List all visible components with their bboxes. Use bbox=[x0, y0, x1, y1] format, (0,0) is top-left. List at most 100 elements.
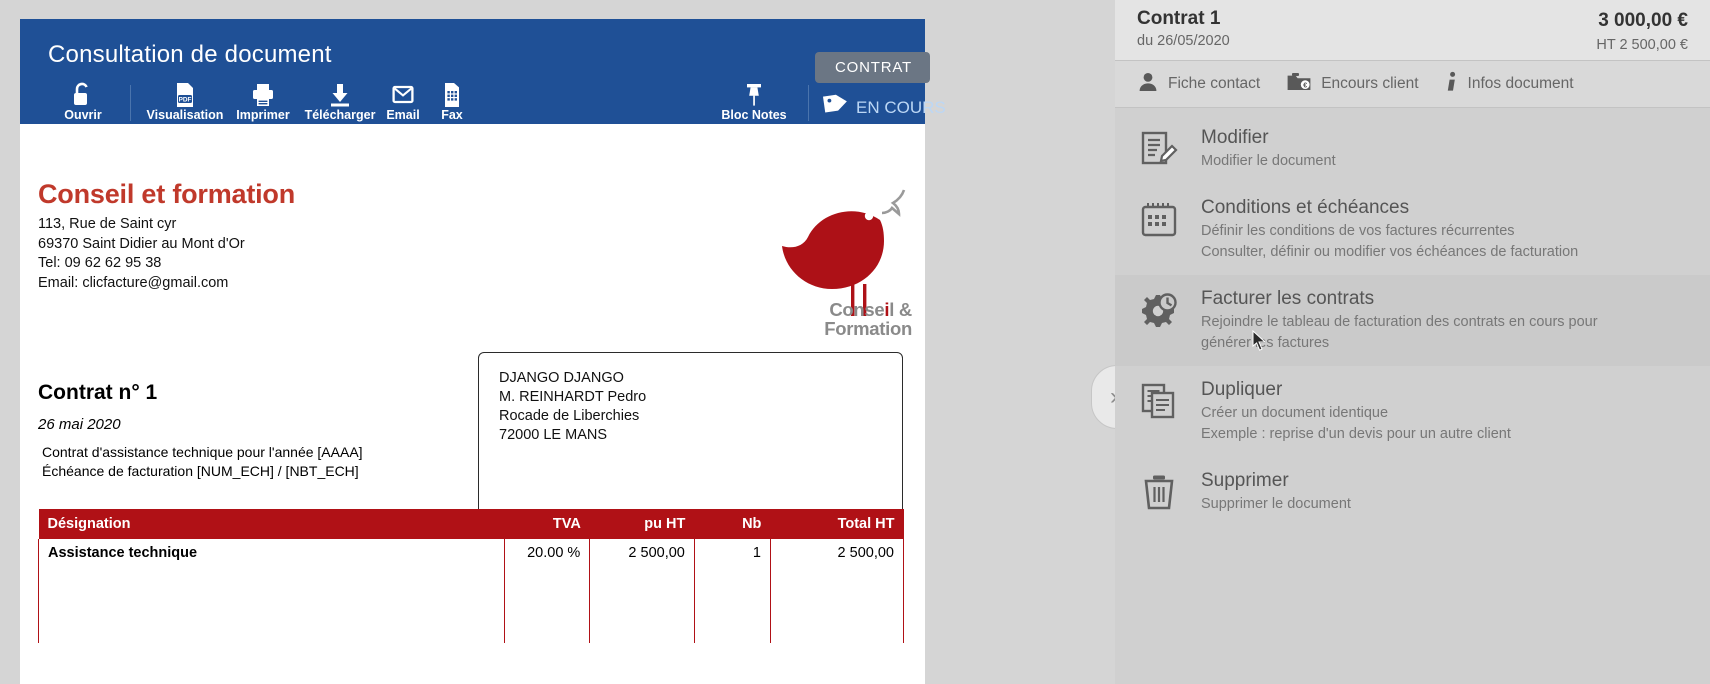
tab-label: Infos document bbox=[1467, 75, 1574, 92]
unlock-icon bbox=[52, 82, 114, 108]
action-desc-1: Modifier le document bbox=[1201, 153, 1336, 169]
tab-label: Fiche contact bbox=[1168, 75, 1261, 92]
cell-tva: 20.00 % bbox=[503, 539, 591, 567]
action-desc-2: Exemple : reprise d'un devis pour un aut… bbox=[1201, 426, 1511, 442]
tab-infos-document[interactable]: Infos document bbox=[1437, 71, 1592, 98]
toolbar-button-fax[interactable]: Fax bbox=[428, 82, 476, 122]
viewer-header: Consultation de document CONTRAT Ouvrir … bbox=[20, 19, 946, 124]
action-modifier[interactable]: Modifier Modifier le document bbox=[1115, 114, 1710, 184]
status-badge: EN COURS bbox=[856, 98, 946, 117]
contract-description-line-1: Contrat d'assistance technique pour l'an… bbox=[42, 444, 363, 460]
amount-ttc: 3 000,00 € bbox=[1598, 10, 1688, 31]
toolbar-label: Ouvrir bbox=[64, 108, 102, 122]
envelope-icon bbox=[378, 82, 428, 108]
toolbar-button-imprimer[interactable]: Imprimer bbox=[228, 82, 298, 122]
pin-icon bbox=[708, 82, 800, 108]
company-address-line-2: 69370 Saint Didier au Mont d'Or bbox=[38, 235, 245, 252]
toolbar-label: Imprimer bbox=[236, 108, 290, 122]
cell-pu-ht: 2 500,00 bbox=[589, 539, 695, 567]
logo-caption: Conseil & Formation bbox=[732, 300, 912, 338]
action-text: Conditions et échéances Définir les cond… bbox=[1201, 196, 1578, 263]
action-desc-1: Supprimer le document bbox=[1201, 495, 1351, 512]
toolbar-divider-1 bbox=[130, 85, 131, 121]
action-desc-2: Consulter, définir ou modifier vos échéa… bbox=[1201, 244, 1579, 260]
table-header-row: Désignation TVA pu HT Nb Total HT bbox=[38, 509, 904, 539]
calendar-icon bbox=[1133, 196, 1185, 263]
toolbar-button-email[interactable]: Email bbox=[378, 82, 428, 122]
toolbar-label: Télécharger bbox=[304, 108, 376, 122]
client-address-box: DJANGO DJANGO M. REINHARDT Pedro Rocade … bbox=[478, 352, 903, 519]
tab-fiche-contact[interactable]: Fiche contact bbox=[1129, 71, 1278, 98]
tab-label: Encours client bbox=[1321, 75, 1419, 92]
action-panel: Contrat 1 du 26/05/2020 3 000,00 € HT 2 … bbox=[1115, 0, 1710, 684]
column-header-pu-ht: pu HT bbox=[589, 509, 695, 539]
toolbar-label: Fax bbox=[441, 108, 463, 122]
company-email: Email: clicfacture@gmail.com bbox=[38, 274, 229, 291]
folder-euro-icon: € bbox=[1286, 71, 1312, 98]
action-desc-1: Créer un document identique bbox=[1201, 404, 1389, 421]
line-items-table: Désignation TVA pu HT Nb Total HT Assist… bbox=[38, 509, 905, 643]
action-conditions-echeances[interactable]: Conditions et échéances Définir les cond… bbox=[1115, 184, 1710, 275]
panel-tabs: Fiche contact € Encours client Infos doc… bbox=[1115, 60, 1710, 108]
amount-ht: HT 2 500,00 € bbox=[1596, 37, 1688, 53]
toolbar-button-telecharger[interactable]: Télécharger bbox=[296, 82, 384, 122]
printer-icon bbox=[228, 82, 298, 108]
logo-caption-line-2: Formation bbox=[824, 318, 912, 339]
trash-icon bbox=[1133, 469, 1185, 515]
cell-designation: Assistance technique bbox=[38, 539, 505, 567]
company-name: Conseil et formation bbox=[38, 179, 296, 209]
svg-text:PDF: PDF bbox=[179, 97, 192, 104]
contract-date: 26 mai 2020 bbox=[38, 416, 121, 433]
action-title: Modifier bbox=[1201, 127, 1269, 148]
copy-icon bbox=[1133, 378, 1185, 445]
action-facturer-les-contrats[interactable]: Facturer les contrats Rejoindre le table… bbox=[1115, 274, 1710, 366]
panel-header: Contrat 1 du 26/05/2020 3 000,00 € HT 2 … bbox=[1115, 0, 1710, 60]
tab-encours-client[interactable]: € Encours client bbox=[1278, 71, 1436, 98]
action-desc-1: Définir les conditions de vos factures r… bbox=[1201, 222, 1515, 239]
pdf-icon: PDF bbox=[138, 82, 232, 108]
action-title: Supprimer bbox=[1201, 469, 1289, 491]
column-header-total-ht: Total HT bbox=[770, 509, 904, 539]
action-text: Supprimer Supprimer le document bbox=[1201, 469, 1351, 515]
action-dupliquer[interactable]: Dupliquer Créer un document identique Ex… bbox=[1115, 366, 1710, 457]
toolbar-button-visualisation[interactable]: PDF Visualisation bbox=[138, 82, 232, 122]
fax-icon bbox=[428, 82, 476, 108]
info-icon bbox=[1445, 71, 1459, 98]
action-text: Modifier Modifier le document bbox=[1201, 126, 1336, 172]
toolbar-label: Visualisation bbox=[146, 108, 224, 122]
client-line-3: Rocade de Liberchies bbox=[499, 408, 640, 424]
document-viewer: Consultation de document CONTRAT Ouvrir … bbox=[20, 19, 946, 684]
download-icon bbox=[296, 82, 384, 108]
action-desc-2: générer les factures bbox=[1201, 335, 1330, 351]
viewer-toolbar: Ouvrir PDF Visualisation Imprimer Téléch… bbox=[20, 82, 946, 124]
client-line-2: M. REINHARDT Pedro bbox=[499, 389, 647, 405]
cell-total-ht: 2 500,00 bbox=[769, 539, 905, 567]
table-row: Assistance technique 20.00 % 2 500,00 1 … bbox=[38, 539, 905, 567]
column-header-tva: TVA bbox=[504, 509, 590, 539]
screen: Consultation de document CONTRAT Ouvrir … bbox=[0, 0, 1710, 684]
action-supprimer[interactable]: Supprimer Supprimer le document bbox=[1115, 457, 1710, 527]
action-desc-1: Rejoindre le tableau de facturation des … bbox=[1201, 313, 1598, 330]
person-icon bbox=[1137, 71, 1159, 98]
tag-icon bbox=[822, 91, 850, 120]
toolbar-button-ouvrir[interactable]: Ouvrir bbox=[52, 82, 114, 122]
contract-description: Contrat d'assistance technique pour l'an… bbox=[42, 443, 363, 481]
action-text: Facturer les contrats Rejoindre le table… bbox=[1201, 287, 1598, 354]
column-header-nb: Nb bbox=[694, 509, 771, 539]
gear-clock-icon bbox=[1133, 287, 1185, 354]
action-list: Modifier Modifier le document Conditions… bbox=[1115, 108, 1710, 526]
page-title: Consultation de document bbox=[48, 41, 332, 68]
action-title: Facturer les contrats bbox=[1201, 287, 1375, 309]
action-title: Dupliquer bbox=[1201, 378, 1283, 400]
document-page: Conseil et formation 113, Rue de Saint c… bbox=[20, 124, 925, 684]
client-line-1: DJANGO DJANGO bbox=[499, 370, 624, 386]
table-row-empty bbox=[38, 567, 905, 643]
client-line-4: 72000 LE MANS bbox=[499, 427, 608, 443]
logo-caption-line-1: Conseil & bbox=[829, 299, 912, 320]
company-phone: Tel: 09 62 62 95 38 bbox=[38, 255, 162, 271]
toolbar-label: Bloc Notes bbox=[721, 108, 787, 122]
toolbar-button-bloc-notes[interactable]: Bloc Notes bbox=[708, 82, 800, 122]
company-address-line-1: 113, Rue de Saint cyr bbox=[38, 216, 177, 232]
edit-document-icon bbox=[1133, 126, 1185, 172]
toolbar-divider-2 bbox=[808, 85, 809, 121]
